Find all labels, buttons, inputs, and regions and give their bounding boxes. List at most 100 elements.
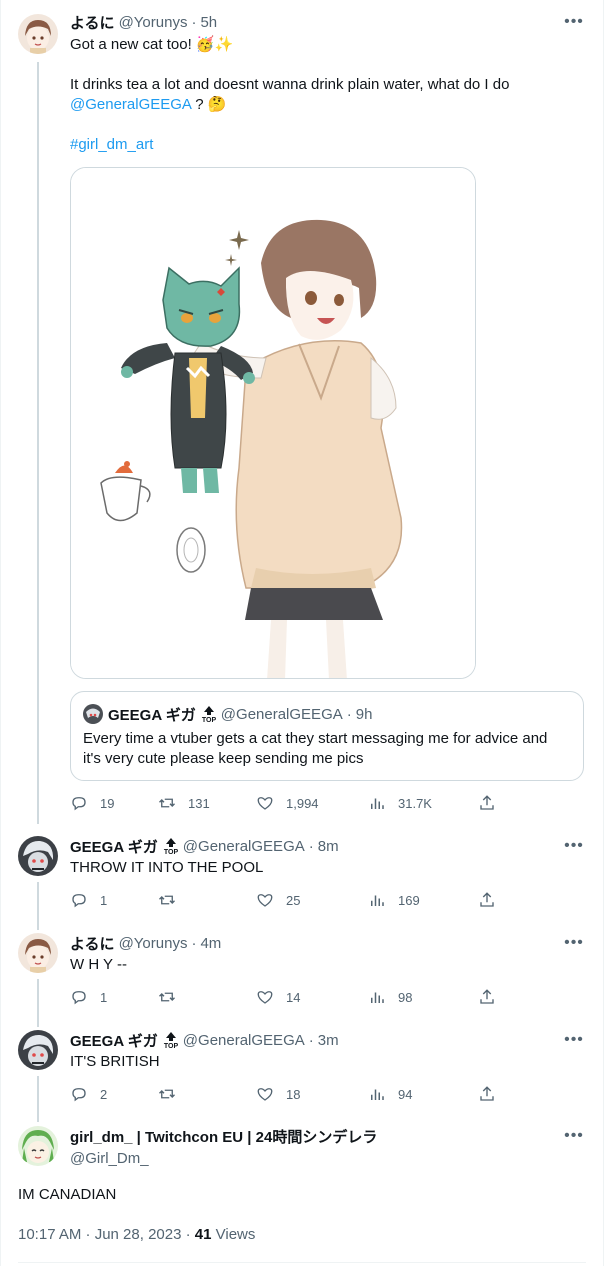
retweet-icon <box>159 1089 175 1099</box>
tweet-actions: 19 131 1,994 31.7K <box>70 793 500 813</box>
author-handle[interactable]: @GeneralGEEGA <box>183 1032 305 1049</box>
retweet-button[interactable]: 131 <box>158 794 256 812</box>
reply-count: 2 <box>100 1086 108 1102</box>
focused-tweet-text: IM CANADIAN <box>18 1186 117 1203</box>
views-button[interactable]: 169 <box>368 891 478 909</box>
avatar[interactable] <box>18 933 58 973</box>
quote-avatar[interactable] <box>83 704 103 724</box>
like-count: 14 <box>286 989 301 1005</box>
author-name[interactable]: GEEGA ギガ <box>70 836 158 857</box>
tweet-time[interactable]: 5h <box>200 14 217 31</box>
more-icon[interactable]: ••• <box>564 836 584 856</box>
quote-author-name[interactable]: GEEGA ギガ <box>108 704 196 725</box>
reply-tweet[interactable]: GEEGA ギガ TOP @GeneralGEEGA · 3m ••• IT'S… <box>0 1026 604 1116</box>
tweet-actions: 1 14 98 <box>70 987 500 1007</box>
tweet-time[interactable]: 8m <box>318 838 339 855</box>
svg-text:TOP: TOP <box>202 717 217 723</box>
more-icon[interactable]: ••• <box>564 1030 584 1050</box>
top-badge-icon: TOP <box>201 705 217 724</box>
tweet-actions: 2 18 94 <box>70 1084 500 1104</box>
tweet-time[interactable]: 4m <box>200 935 221 952</box>
share-icon <box>480 1086 494 1101</box>
avatar[interactable] <box>18 1030 58 1070</box>
quoted-tweet[interactable]: GEEGA ギガ TOP @GeneralGEEGA · 9h Every ti… <box>70 691 584 781</box>
like-icon <box>257 991 273 1004</box>
author-handle[interactable]: @Yorunys <box>119 14 188 31</box>
retweet-icon <box>159 798 175 808</box>
reply-count: 19 <box>100 795 115 811</box>
reply-icon <box>72 991 86 1005</box>
views-icon <box>371 895 384 906</box>
author-name[interactable]: よるに <box>70 933 115 954</box>
views-button[interactable]: 94 <box>368 1085 478 1103</box>
reply-icon <box>72 1088 86 1102</box>
tweet-text: IT'S BRITISH <box>70 1053 160 1070</box>
author-handle[interactable]: @GeneralGEEGA <box>183 838 305 855</box>
like-button[interactable]: 18 <box>256 1085 368 1103</box>
author-name[interactable]: GEEGA ギガ <box>70 1030 158 1051</box>
share-button[interactable] <box>478 794 496 812</box>
separator-dot: · <box>191 13 197 31</box>
views-count: 31.7K <box>398 795 432 811</box>
more-icon[interactable]: ••• <box>564 933 584 953</box>
tweet-text-line1: Got a new cat too! 🥳✨ <box>70 36 234 53</box>
share-button[interactable] <box>478 988 496 1006</box>
timestamp[interactable]: 10:17 AM · Jun 28, 2023 · <box>18 1226 195 1243</box>
share-button[interactable] <box>478 891 496 909</box>
views-button[interactable]: 31.7K <box>368 794 478 812</box>
quote-author-handle[interactable]: @GeneralGEEGA <box>221 706 343 723</box>
reply-tweet[interactable]: よるに @Yorunys · 4m ••• W H Y -- 1 14 98 <box>0 929 604 1019</box>
tweet-meta: 10:17 AM · Jun 28, 2023 · 41 Views <box>18 1226 255 1243</box>
separator-dot: · <box>308 837 314 855</box>
share-button[interactable] <box>478 1085 496 1103</box>
avatar[interactable] <box>18 836 58 876</box>
views-icon <box>371 1089 384 1100</box>
views-total[interactable]: 41 <box>195 1226 212 1243</box>
views-count: 94 <box>398 1086 413 1102</box>
separator-dot: · <box>191 934 197 952</box>
like-count: 18 <box>286 1086 301 1102</box>
top-badge-icon: TOP <box>163 837 179 856</box>
retweet-button[interactable] <box>158 1085 256 1103</box>
tweet-text: THROW IT INTO THE POOL <box>70 859 264 876</box>
svg-text:TOP: TOP <box>164 849 179 855</box>
reply-button[interactable]: 1 <box>70 891 158 909</box>
retweet-button[interactable] <box>158 891 256 909</box>
reply-button[interactable]: 19 <box>70 794 158 812</box>
author-name[interactable]: girl_dm_ | Twitchcon EU | 24時間シンデレラ <box>70 1126 377 1147</box>
views-icon <box>371 798 384 809</box>
avatar[interactable] <box>18 14 58 54</box>
separator-dot: · <box>308 1031 314 1049</box>
reply-icon <box>72 797 86 811</box>
reply-count: 1 <box>100 989 108 1005</box>
reply-tweet[interactable]: GEEGA ギガ TOP @GeneralGEEGA · 8m ••• THRO… <box>0 832 604 922</box>
more-icon[interactable]: ••• <box>564 12 584 32</box>
share-icon <box>480 795 494 810</box>
like-icon <box>257 797 273 810</box>
mention-link[interactable]: @GeneralGEEGA <box>70 96 191 113</box>
reply-icon <box>72 894 86 908</box>
separator-dot: · <box>346 705 352 723</box>
reply-button[interactable]: 2 <box>70 1085 158 1103</box>
more-icon[interactable]: ••• <box>564 1126 584 1146</box>
author-handle[interactable]: @Yorunys <box>119 935 188 952</box>
retweet-button[interactable] <box>158 988 256 1006</box>
like-button[interactable]: 14 <box>256 988 368 1006</box>
tweet-image[interactable] <box>70 167 476 679</box>
tweet-actions: 1 25 169 <box>70 890 500 910</box>
author-name[interactable]: よるに <box>70 12 115 33</box>
tweet-main[interactable]: よるに @Yorunys · 5h ••• Got a new cat too!… <box>0 0 604 820</box>
reply-button[interactable]: 1 <box>70 988 158 1006</box>
svg-text:TOP: TOP <box>164 1043 179 1049</box>
author-handle[interactable]: @Girl_Dm_ <box>70 1150 149 1167</box>
reply-count: 1 <box>100 892 108 908</box>
quote-text: Every time a vtuber gets a cat they star… <box>83 730 548 767</box>
avatar[interactable] <box>18 1126 58 1166</box>
tweet-time[interactable]: 3m <box>318 1032 339 1049</box>
hashtag-link[interactable]: #girl_dm_art <box>70 136 153 153</box>
like-icon <box>257 894 273 907</box>
like-button[interactable]: 1,994 <box>256 794 368 812</box>
quote-time[interactable]: 9h <box>356 706 373 723</box>
like-button[interactable]: 25 <box>256 891 368 909</box>
views-button[interactable]: 98 <box>368 988 478 1006</box>
